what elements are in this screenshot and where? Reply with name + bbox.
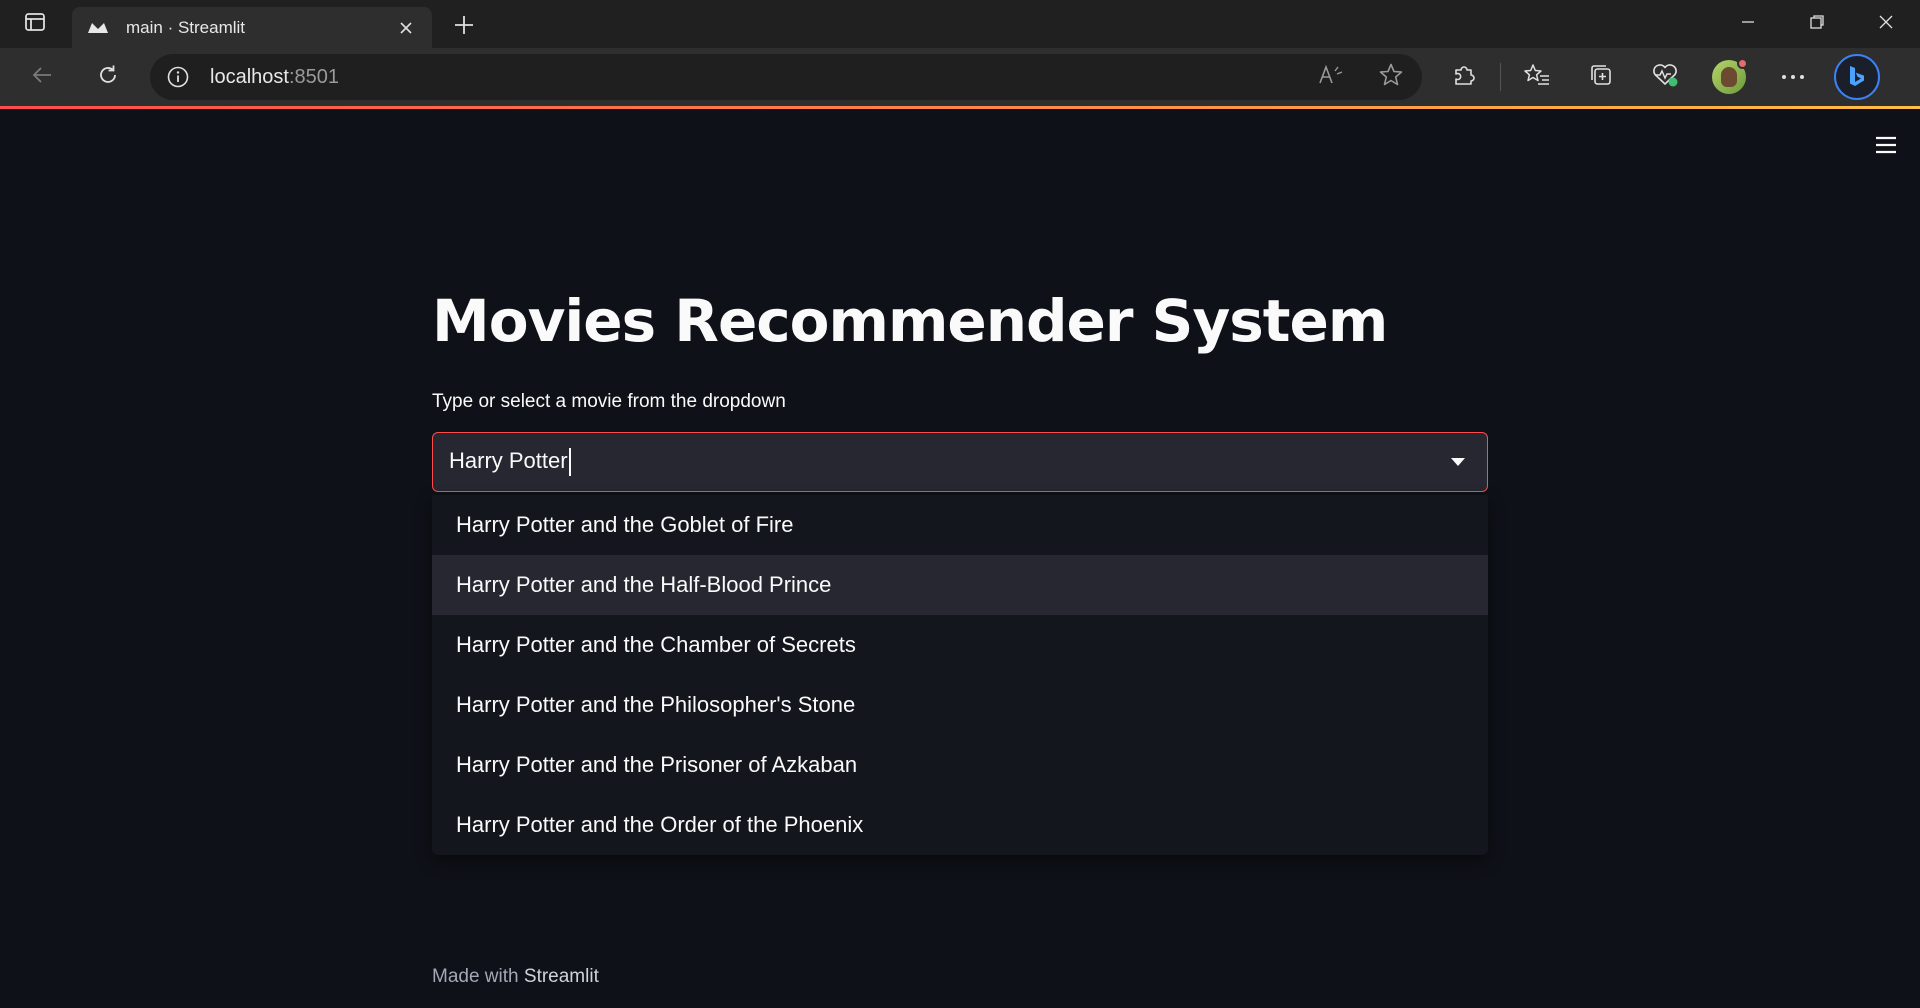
movie-search-value: Harry Potter bbox=[449, 447, 568, 473]
dropdown-option[interactable]: Harry Potter and the Philosopher's Stone bbox=[432, 675, 1488, 735]
more-dots-icon bbox=[1780, 68, 1806, 86]
minimize-icon bbox=[1740, 14, 1756, 35]
window-controls bbox=[1713, 0, 1920, 48]
dropdown-option[interactable]: Harry Potter and the Order of the Phoeni… bbox=[432, 795, 1488, 855]
plus-icon bbox=[453, 14, 475, 41]
browser-tab-active[interactable]: main · Streamlit bbox=[72, 7, 432, 48]
notification-dot bbox=[1737, 58, 1748, 69]
close-window-icon bbox=[1878, 14, 1894, 35]
minimize-button[interactable] bbox=[1713, 0, 1782, 48]
address-bar[interactable]: localhost:8501 bbox=[150, 54, 1422, 100]
hamburger-menu-icon bbox=[1874, 135, 1898, 160]
browser-tab-bar: main · Streamlit bbox=[0, 0, 1920, 48]
avatar-face bbox=[1721, 67, 1737, 87]
movie-search-input[interactable]: Harry Potter bbox=[449, 447, 571, 477]
footer: Made with Streamlit bbox=[432, 966, 599, 988]
main-menu-button[interactable] bbox=[1870, 131, 1902, 163]
extensions-button[interactable] bbox=[1432, 48, 1496, 106]
copilot-button[interactable] bbox=[1825, 48, 1889, 106]
address-bar-actions bbox=[1318, 54, 1404, 100]
dropdown-arrow-icon[interactable] bbox=[1447, 451, 1469, 473]
heart-pulse-icon bbox=[1651, 62, 1679, 93]
tab-actions-button[interactable] bbox=[0, 0, 70, 48]
restore-button[interactable] bbox=[1782, 0, 1851, 48]
back-button[interactable] bbox=[10, 48, 74, 106]
bing-icon bbox=[1834, 54, 1880, 100]
extensions-puzzle-icon bbox=[1451, 62, 1477, 93]
favorite-star-icon[interactable] bbox=[1378, 62, 1404, 93]
restore-icon bbox=[1809, 14, 1825, 35]
url-host: localhost bbox=[210, 65, 289, 88]
toolbar-separator bbox=[1500, 63, 1501, 91]
tab-actions-icon bbox=[24, 11, 46, 38]
select-label: Type or select a movie from the dropdown bbox=[432, 391, 786, 412]
dropdown-option[interactable]: Harry Potter and the Goblet of Fire bbox=[432, 495, 1488, 555]
browser-essentials-button[interactable] bbox=[1633, 48, 1697, 106]
site-info-icon[interactable] bbox=[150, 65, 206, 89]
streamlit-favicon-icon bbox=[86, 16, 110, 40]
movie-select-box[interactable]: Harry Potter bbox=[432, 432, 1488, 492]
new-tab-button[interactable] bbox=[440, 7, 488, 48]
reload-icon bbox=[96, 63, 120, 92]
dropdown-option[interactable]: Harry Potter and the Prisoner of Azkaban bbox=[432, 735, 1488, 795]
footer-streamlit-link[interactable]: Streamlit bbox=[524, 966, 599, 987]
profile-avatar bbox=[1712, 58, 1748, 94]
url-port: :8501 bbox=[288, 65, 339, 88]
reload-button[interactable] bbox=[76, 48, 140, 106]
collections-icon bbox=[1588, 62, 1614, 93]
profile-button[interactable] bbox=[1697, 48, 1761, 106]
toolbar-right-group bbox=[1432, 48, 1889, 106]
favorites-list-icon bbox=[1523, 62, 1551, 93]
browser-toolbar: localhost:8501 bbox=[0, 48, 1920, 106]
dropdown-options-list: Harry Potter and the Goblet of Fire Harr… bbox=[432, 495, 1488, 855]
read-aloud-icon[interactable] bbox=[1318, 63, 1344, 92]
collections-button[interactable] bbox=[1569, 48, 1633, 106]
dropdown-option[interactable]: Harry Potter and the Chamber of Secrets bbox=[432, 615, 1488, 675]
dropdown-option-highlighted[interactable]: Harry Potter and the Half-Blood Prince bbox=[432, 555, 1488, 615]
close-window-button[interactable] bbox=[1851, 0, 1920, 48]
tab-title: main · Streamlit bbox=[126, 17, 246, 37]
text-caret bbox=[568, 448, 571, 477]
url-text: localhost:8501 bbox=[210, 66, 339, 89]
back-arrow-icon bbox=[30, 63, 54, 92]
favorites-button[interactable] bbox=[1505, 48, 1569, 106]
footer-prefix: Made with bbox=[432, 966, 519, 987]
page-title: Movies Recommender System bbox=[432, 287, 1388, 355]
more-menu-button[interactable] bbox=[1761, 48, 1825, 106]
streamlit-app: Movies Recommender System Type or select… bbox=[0, 109, 1920, 1008]
close-tab-icon[interactable] bbox=[394, 16, 418, 40]
